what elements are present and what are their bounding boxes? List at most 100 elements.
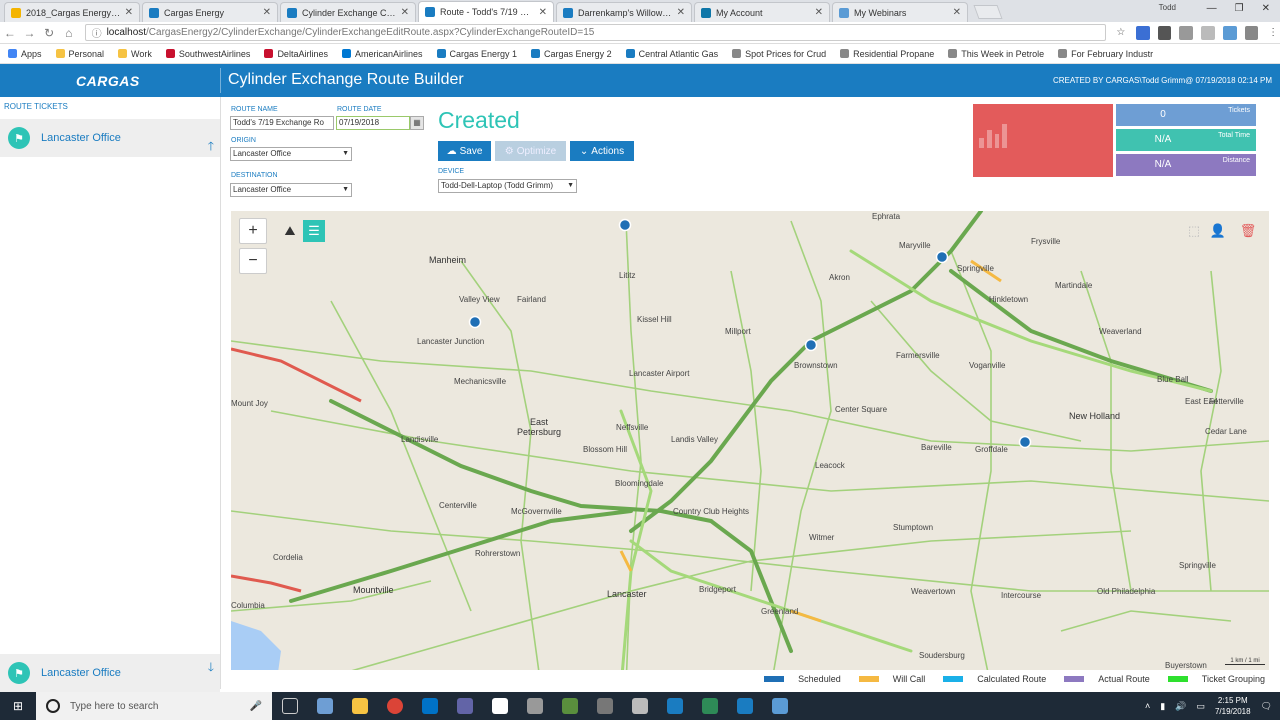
zoom-in-button[interactable]: + [239,218,267,244]
chevron-up-icon[interactable]: ˄ [1145,701,1150,711]
close-tab-icon[interactable]: ✕ [815,7,823,18]
taskbar-clock[interactable]: 2:15 PM 7/19/2018 [1215,695,1251,717]
taskbar-app-icon[interactable] [727,692,762,720]
extension-icon[interactable] [1135,25,1150,40]
taskbar-search[interactable]: Type here to search 🎤 [36,692,272,720]
menu-icon[interactable]: ⋮ [1266,26,1280,40]
bookmark-item[interactable]: AmericanAirlines [341,49,423,59]
chrome-icon[interactable] [377,692,412,720]
teams-icon[interactable] [447,692,482,720]
bookmark-item[interactable]: Cargas Energy 2 [531,49,612,59]
origin-select[interactable]: Lancaster Office ▼ [230,147,352,161]
route-name-input[interactable]: Todd's 7/19 Exchange Ro [230,116,334,130]
close-tab-icon[interactable]: ✕ [539,7,547,18]
taskbar-app-icon[interactable] [587,692,622,720]
home-icon[interactable]: ⌂ [59,26,79,40]
destination-select[interactable]: Lancaster Office ▼ [230,183,352,197]
profile-label[interactable]: Todd [1159,3,1176,12]
extension-icon[interactable] [1157,25,1172,40]
bookmark-item[interactable]: Residential Propane [840,49,934,59]
route-date-input[interactable]: 07/19/2018 [336,116,410,130]
browser-tab[interactable]: Cargas Energy ✕ [142,2,278,22]
browser-tab-active[interactable]: Route - Todd's 7/19 Exch ✕ [418,1,554,22]
extension-icon[interactable] [1201,25,1215,40]
close-tab-icon[interactable]: ✕ [677,7,685,18]
optimize-button[interactable]: ⚙ Optimize [495,141,566,161]
list-view-icon[interactable]: ☰ [303,220,325,242]
bookmark-item[interactable]: Central Atlantic Gas [625,49,718,59]
close-tab-icon[interactable]: ✕ [125,7,133,18]
reload-icon[interactable]: ↻ [39,26,59,40]
bookmark-item[interactable]: This Week in Petrole [948,49,1044,59]
taskbar-app-icon[interactable] [517,692,552,720]
taskbar-app-icon[interactable] [622,692,657,720]
new-tab-button[interactable] [973,5,1003,19]
bookmark-item[interactable]: Cargas Energy 1 [436,48,518,59]
save-button[interactable]: ☁ Save [438,141,491,161]
add-user-icon[interactable]: 👤 [1207,220,1229,242]
volume-icon[interactable]: 🔊 [1175,701,1186,712]
close-window-icon[interactable]: ✕ [1262,3,1270,14]
bookmark-item[interactable]: DeltaAirlines [264,49,328,59]
extension-icon[interactable] [1222,25,1237,40]
map-roads [231,211,1269,687]
bookmark-item[interactable]: Spot Prices for Crud [732,49,826,59]
bookmark-item[interactable]: Personal [55,49,104,59]
minimize-icon[interactable]: — [1207,3,1217,14]
task-view-icon[interactable] [272,692,307,720]
taskbar-app-icon[interactable] [692,692,727,720]
extension-icon[interactable] [1179,25,1194,40]
origin-office-row[interactable]: ⚑ Lancaster Office 🡑 [0,119,220,157]
extension-icon[interactable] [1244,25,1259,40]
calendar-icon[interactable]: ▦ [410,116,424,130]
lasso-select-icon[interactable]: ⬚ [1183,220,1205,242]
taskbar-app-icon[interactable] [762,692,797,720]
browser-tab[interactable]: My Webinars ✕ [832,2,968,22]
close-tab-icon[interactable]: ✕ [263,7,271,18]
zoom-out-button[interactable]: − [239,248,267,274]
notifications-icon[interactable]: 🗨 [1261,701,1272,712]
info-icon[interactable]: ⓘ [92,25,102,40]
browser-tab[interactable]: My Account ✕ [694,2,830,22]
actions-button[interactable]: ⌄ Actions [570,141,634,161]
battery-icon[interactable]: ▭ [1196,701,1205,712]
bookmark-star-icon[interactable]: ☆ [1114,26,1128,40]
bookmark-item[interactable]: Apps [8,49,42,59]
cargas-logo[interactable]: CARGAS [76,73,140,89]
file-explorer-icon[interactable] [342,692,377,720]
bookmark-icon [1058,49,1068,58]
close-tab-icon[interactable]: ✕ [953,7,961,18]
bookmark-item[interactable]: SouthwestAirlines [165,49,250,59]
back-icon[interactable]: ← [0,26,20,40]
address-bar: ← → ↻ ⌂ ⓘ localhost/CargasEnergy2/Cylind… [0,22,1280,44]
route-map[interactable]: Manheim Lititz Akron Ephrata Springville… [231,211,1269,687]
taskbar-app-icon[interactable] [307,692,342,720]
network-icon[interactable]: ▮ [1160,701,1165,712]
microphone-icon[interactable]: 🎤 [250,701,262,712]
device-select[interactable]: Todd-Dell-Laptop (Todd Grimm) ▼ [438,179,577,193]
forward-icon[interactable]: → [20,26,40,40]
taskbar-app-icon[interactable] [552,692,587,720]
arrow-down-icon[interactable]: 🡓 [208,658,214,679]
bookmark-item[interactable]: For February Industr [1058,49,1153,59]
arrow-up-icon[interactable]: 🡑 [208,137,214,158]
bookmark-label: Apps [21,48,42,59]
destination-office-row[interactable]: ⚑ Lancaster Office 🡓 [0,654,220,692]
windows-start-icon[interactable]: ⊞ [0,699,36,713]
map-place-label: Stumptown [893,523,934,532]
browser-tab[interactable]: 2018_Cargas Energy We ✕ [4,2,140,22]
browser-tab[interactable]: Cylinder Exchange Cente ✕ [280,2,416,22]
browser-tab-bar: 2018_Cargas Energy We ✕ Cargas Energy ✕ Cy… [0,0,1280,22]
total-time-stat: N/A Total Time [1116,129,1256,151]
satellite-icon[interactable]: ⛰ [279,220,301,242]
browser-tab[interactable]: Darrenkamp's Willow Val ✕ [556,2,692,22]
taskbar-app-icon[interactable] [482,692,517,720]
bookmark-item[interactable]: Work [118,49,152,59]
bookmark-label: Cargas Energy 1 [449,48,518,59]
taskbar-app-icon[interactable] [657,692,692,720]
outlook-icon[interactable] [412,692,447,720]
url-input[interactable]: ⓘ localhost/CargasEnergy2/CylinderExchan… [84,24,1107,41]
restore-icon[interactable]: ❐ [1235,3,1244,14]
close-tab-icon[interactable]: ✕ [401,7,409,18]
delete-icon[interactable]: 🗑 [1237,220,1259,242]
